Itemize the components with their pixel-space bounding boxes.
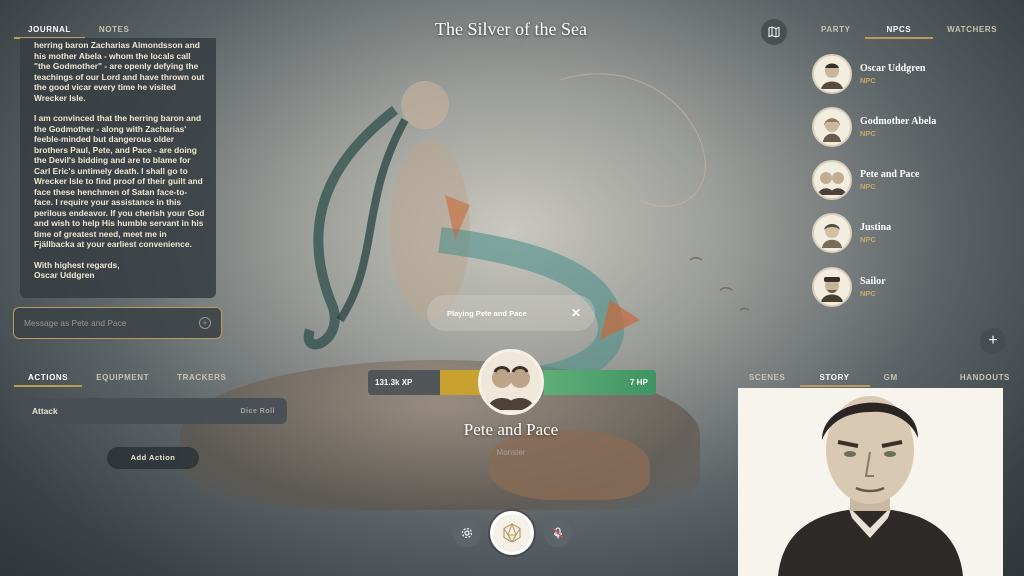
scene-title: The Silver of the Sea: [435, 19, 587, 39]
send-icon[interactable]: +: [199, 317, 211, 329]
journal-tabs: Journal Notes: [14, 21, 143, 39]
avatar: [812, 107, 852, 147]
message-placeholder: Message as Pete and Pace: [24, 318, 127, 328]
npc-name: Sailor: [860, 276, 886, 287]
tab-watchers[interactable]: Watchers: [933, 21, 1011, 39]
tab-scenes[interactable]: Scenes: [735, 369, 800, 387]
npc-name: Godmother Abela: [860, 116, 937, 127]
character-avatar[interactable]: [478, 349, 544, 415]
npc-name: Pete and Pace: [860, 169, 920, 180]
npc-item[interactable]: Pete and Pace NPC: [812, 160, 919, 200]
action-tag: Dice Roll: [240, 407, 275, 415]
character-name: Pete and Pace: [463, 420, 559, 439]
journal-paragraph: I am convinced that the herring baron an…: [34, 113, 205, 249]
scene-subtitle: Sprig A: [497, 42, 525, 49]
story-portrait-image: [738, 388, 1003, 576]
journal-signature: Oscar Uddgren: [34, 270, 95, 280]
avatar: [812, 213, 852, 253]
settings-button[interactable]: [453, 519, 481, 547]
tab-party[interactable]: Party: [807, 21, 865, 39]
map-icon: [768, 26, 780, 38]
action-row-attack[interactable]: Attack Dice Roll: [20, 398, 287, 424]
plus-icon: +: [988, 332, 998, 349]
npc-role: NPC: [860, 129, 876, 138]
journal-panel[interactable]: herring baron Zacharias Almondsson and h…: [20, 38, 216, 298]
npc-role: NPC: [860, 182, 876, 191]
tab-npcs[interactable]: NPCs: [864, 21, 934, 39]
mic-button[interactable]: [544, 519, 572, 547]
action-name: Attack: [32, 406, 58, 416]
tab-equipment[interactable]: Equipment: [82, 369, 163, 387]
add-action-button[interactable]: Add Action: [107, 447, 199, 469]
story-tabs: Scenes Story GM Actions Handouts: [735, 369, 1024, 400]
npc-item[interactable]: Sailor NPC: [812, 267, 886, 307]
message-input[interactable]: Message as Pete and Pace +: [13, 307, 222, 339]
tab-story[interactable]: Story: [799, 369, 870, 387]
roster-tabs: Party NPCs Watchers: [807, 21, 1011, 39]
toast-label: Playing Pete and Pace: [447, 308, 527, 318]
tab-journal[interactable]: Journal: [14, 21, 85, 39]
close-icon[interactable]: ✕: [571, 306, 581, 320]
avatar: [812, 54, 852, 94]
tab-actions[interactable]: Actions: [14, 369, 83, 387]
hp-value: 7 HP: [630, 378, 648, 387]
npc-role: NPC: [860, 76, 876, 85]
d20-icon: [503, 523, 521, 543]
npc-name: Oscar Uddgren: [860, 63, 926, 74]
character-type: Monster: [496, 448, 526, 457]
xp-value: 131.3k XP: [375, 378, 413, 387]
npc-item[interactable]: Godmother Abela NPC: [812, 107, 936, 147]
npc-item[interactable]: Oscar Uddgren NPC: [812, 54, 925, 94]
settings-icon: [461, 527, 473, 539]
mic-muted-icon: [553, 527, 563, 539]
tab-handouts[interactable]: Handouts: [946, 369, 1024, 387]
playing-toast: Playing Pete and Pace ✕: [427, 295, 595, 331]
add-npc-button[interactable]: +: [980, 328, 1006, 354]
npc-role: NPC: [860, 235, 876, 244]
action-tabs: Actions Equipment Trackers: [14, 369, 240, 387]
tab-notes[interactable]: Notes: [85, 21, 144, 39]
tab-trackers[interactable]: Trackers: [163, 369, 240, 387]
npc-item[interactable]: Justina NPC: [812, 213, 891, 253]
avatar: [812, 160, 852, 200]
npc-role: NPC: [860, 289, 876, 298]
npc-name: Justina: [860, 222, 892, 233]
avatar: [812, 267, 852, 307]
journal-paragraph: herring baron Zacharias Almondsson and h…: [34, 40, 205, 103]
map-button[interactable]: [761, 19, 787, 45]
journal-closing: With highest regards,: [34, 259, 120, 270]
tab-gm-actions[interactable]: GM Actions: [870, 369, 946, 400]
dice-roll-button[interactable]: [490, 511, 534, 555]
